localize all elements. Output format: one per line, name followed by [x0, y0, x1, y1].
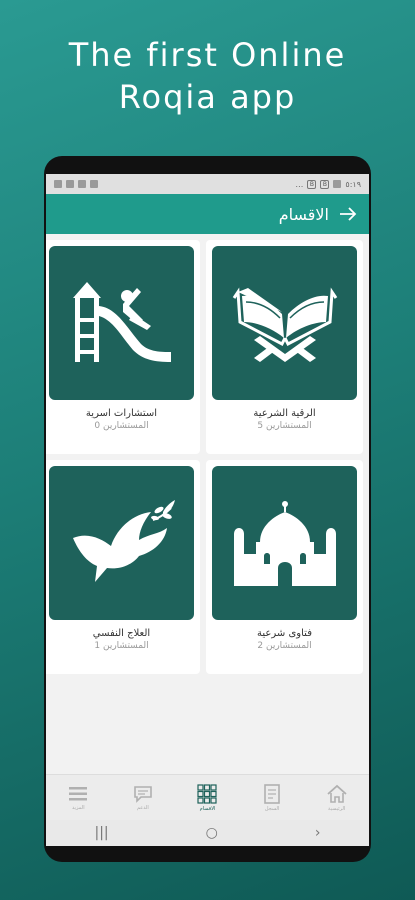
nav-item-log[interactable]: السجل: [247, 783, 297, 812]
category-title: الرقية الشرعية: [253, 408, 316, 419]
category-image: [49, 246, 194, 400]
system-navigation-bar: ||| ○ ›: [46, 820, 369, 846]
category-title: العلاج النفسي: [92, 628, 151, 639]
chat-icon: [134, 785, 152, 803]
category-image: [212, 246, 357, 400]
headline-line-2: Roqia app: [118, 78, 297, 116]
nav-label: الاقسام: [199, 805, 216, 812]
nav-item-sections[interactable]: الاقسام: [182, 783, 232, 812]
signal-icon: [66, 180, 74, 188]
status-left: [54, 180, 98, 188]
status-right: … B B ٥:١٩: [295, 179, 361, 189]
home-button[interactable]: ○: [206, 825, 218, 841]
nav-item-home[interactable]: الرئيسية: [312, 784, 362, 812]
notification-icon: [54, 180, 62, 188]
category-advisors-count: المستشارين 0: [94, 421, 149, 431]
categories-grid: الرقية الشرعية المستشارين 5 استشارات اسر…: [46, 234, 369, 674]
status-bar: … B B ٥:١٩: [46, 174, 369, 194]
status-dots: …: [295, 179, 304, 189]
mosque-icon: [233, 501, 336, 586]
page-title: الاقسام: [278, 204, 329, 224]
nav-label: السجل: [264, 805, 280, 812]
battery-icon: [333, 180, 342, 188]
category-image: [212, 466, 357, 620]
wifi-icon: [78, 180, 86, 188]
category-card-roqia[interactable]: الرقية الشرعية المستشارين 5: [206, 240, 363, 454]
back-button[interactable]: ›: [315, 825, 321, 841]
status-box-2: B: [320, 179, 330, 189]
category-advisors-count: المستشارين 5: [257, 421, 312, 431]
nav-label: الرئيسية: [328, 805, 346, 812]
headline-line-1: The first Online: [68, 36, 347, 74]
nav-label: الدعم: [136, 804, 149, 811]
home-icon: [327, 784, 347, 803]
quran-icon: [232, 287, 337, 362]
recents-button[interactable]: |||: [95, 825, 109, 841]
category-image: [49, 466, 194, 620]
bottom-navigation: المزيد الدعم الاقسام السجل الرئيسية: [46, 774, 369, 820]
playground-slide-icon: [72, 282, 171, 362]
promo-headline: The first Online Roqia app: [0, 34, 415, 118]
category-advisors-count: المستشارين 2: [257, 641, 312, 651]
nav-item-support[interactable]: الدعم: [118, 785, 168, 811]
phone-screen: … B B ٥:١٩ الاقسام الرقية الشرعية المستش…: [46, 174, 369, 846]
category-title: استشارات اسرية: [85, 408, 158, 419]
menu-icon: [69, 786, 88, 800]
category-card-family[interactable]: استشارات اسرية المستشارين 0: [46, 240, 200, 454]
app-bar: الاقسام: [46, 194, 369, 234]
arrow-right-icon[interactable]: [337, 203, 359, 225]
status-box-1: B: [307, 179, 317, 189]
dove-icon: [72, 500, 175, 582]
category-title: فتاوى شرعية: [257, 628, 312, 639]
grid-icon: [197, 783, 218, 804]
message-icon: [90, 180, 98, 188]
status-time: ٥:١٩: [345, 179, 361, 189]
document-icon: [264, 783, 280, 804]
phone-frame: … B B ٥:١٩ الاقسام الرقية الشرعية المستش…: [44, 156, 371, 862]
category-card-fatwa[interactable]: فتاوى شرعية المستشارين 2: [206, 460, 363, 674]
nav-item-more[interactable]: المزيد: [53, 785, 103, 811]
category-card-psychology[interactable]: العلاج النفسي المستشارين 1: [46, 460, 200, 674]
nav-label: المزيد: [72, 804, 85, 811]
category-advisors-count: المستشارين 1: [94, 641, 149, 651]
